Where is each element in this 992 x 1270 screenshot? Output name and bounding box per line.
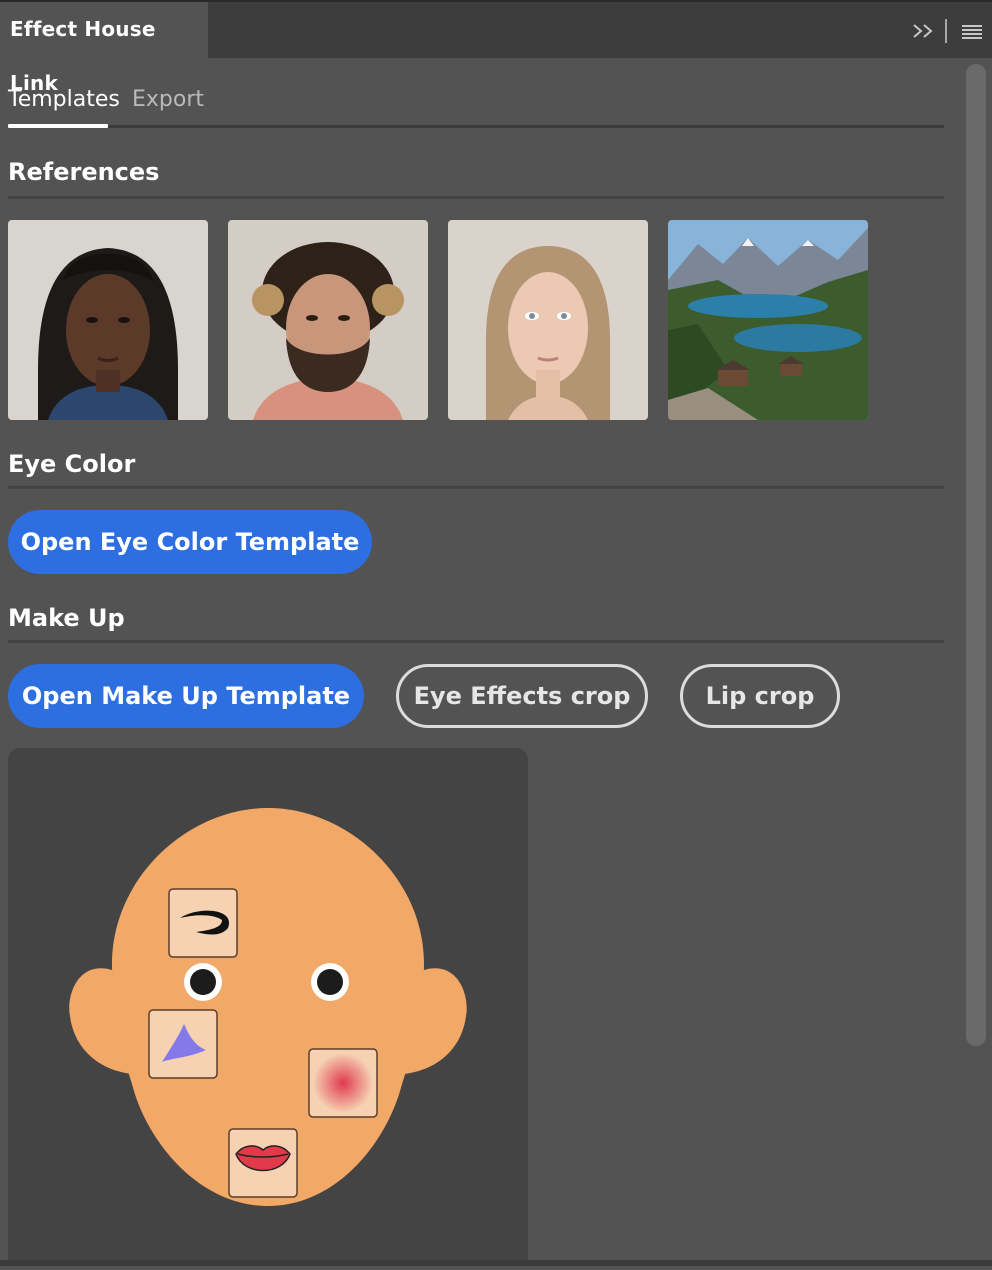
open-make-up-template-button[interactable]: Open Make Up Template bbox=[8, 664, 364, 728]
lip-crop-button[interactable]: Lip crop bbox=[680, 664, 840, 728]
reference-thumbnail-3[interactable] bbox=[448, 220, 648, 420]
reference-thumbnail-1[interactable] bbox=[8, 220, 208, 420]
make-up-rule bbox=[8, 640, 944, 643]
eye-color-heading: Eye Color bbox=[8, 450, 136, 478]
active-tab-indicator bbox=[8, 124, 108, 128]
panel-title-tab[interactable]: Effect House Link bbox=[0, 2, 208, 95]
make-up-heading: Make Up bbox=[8, 604, 125, 632]
open-eye-color-template-button[interactable]: Open Eye Color Template bbox=[8, 510, 372, 574]
makeup-face-preview bbox=[8, 748, 528, 1266]
tab-templates[interactable]: Templates bbox=[8, 84, 120, 116]
panel-bottom-edge bbox=[0, 1260, 992, 1266]
double-chevron-right-icon[interactable] bbox=[908, 16, 938, 46]
tab-bar: Templates Export bbox=[8, 84, 944, 130]
tab-bar-rule bbox=[8, 125, 944, 128]
panel-header: Effect House Link bbox=[0, 0, 992, 95]
hamburger-menu-icon[interactable] bbox=[958, 16, 986, 46]
scrollbar-thumb[interactable] bbox=[966, 64, 986, 1046]
eye-color-rule bbox=[8, 486, 944, 489]
reference-thumbnail-4[interactable] bbox=[668, 220, 868, 420]
eye-effects-crop-button[interactable]: Eye Effects crop bbox=[396, 664, 648, 728]
references-heading: References bbox=[8, 158, 160, 186]
header-divider bbox=[945, 19, 947, 43]
face-illustration bbox=[69, 808, 467, 1206]
tab-export[interactable]: Export bbox=[132, 84, 204, 116]
references-rule bbox=[8, 196, 944, 199]
reference-thumbnail-2[interactable] bbox=[228, 220, 428, 420]
